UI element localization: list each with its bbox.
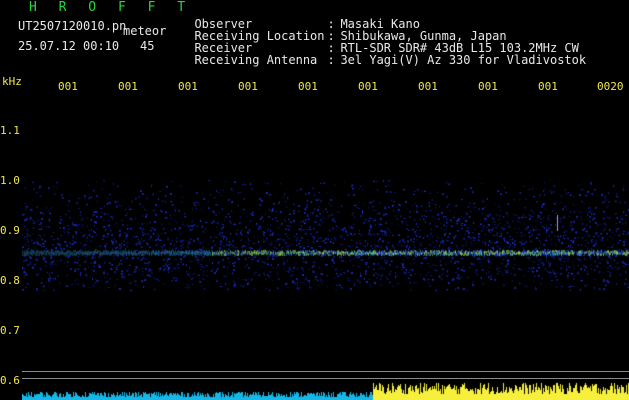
- time-label: 0020: [597, 80, 624, 93]
- y-tick-label: 0.6: [0, 374, 20, 387]
- time-label: 001: [238, 80, 258, 93]
- time-label: 001: [298, 80, 318, 93]
- y-tick-label: 1.1: [0, 124, 20, 137]
- reference-line: [22, 378, 629, 379]
- reference-line: [22, 371, 629, 372]
- time-label: 001: [538, 80, 558, 93]
- info-value: 3el Yagi(V) Az 330 for Vladivostok: [340, 53, 587, 67]
- y-tick-label: 0.8: [0, 274, 20, 287]
- y-axis-unit: kHz: [2, 75, 22, 88]
- spectrogram-canvas: [22, 96, 629, 400]
- y-tick-label: 0.9: [0, 224, 20, 237]
- y-tick-label: 0.7: [0, 324, 20, 337]
- time-label: 001: [358, 80, 378, 93]
- seconds-label: 45: [140, 39, 155, 53]
- time-label: 001: [178, 80, 198, 93]
- spectrogram-plot: [22, 96, 629, 400]
- time-label: 001: [418, 80, 438, 93]
- info-key: Receiving Antenna: [194, 53, 318, 67]
- time-label: 001: [118, 80, 138, 93]
- app-title: H R O F F T: [29, 0, 193, 15]
- info-row-antenna: Receiving Antenna:3el Yagi(V) Az 330 for…: [194, 53, 587, 67]
- time-label: 001: [478, 80, 498, 93]
- datetime-label: 25.07.12 00:10: [18, 39, 120, 53]
- filename-label: UT2507120010.pn: [18, 19, 127, 33]
- time-label: 001: [58, 80, 78, 93]
- mode-label: meteor: [123, 24, 167, 38]
- y-tick-label: 1.0: [0, 174, 20, 187]
